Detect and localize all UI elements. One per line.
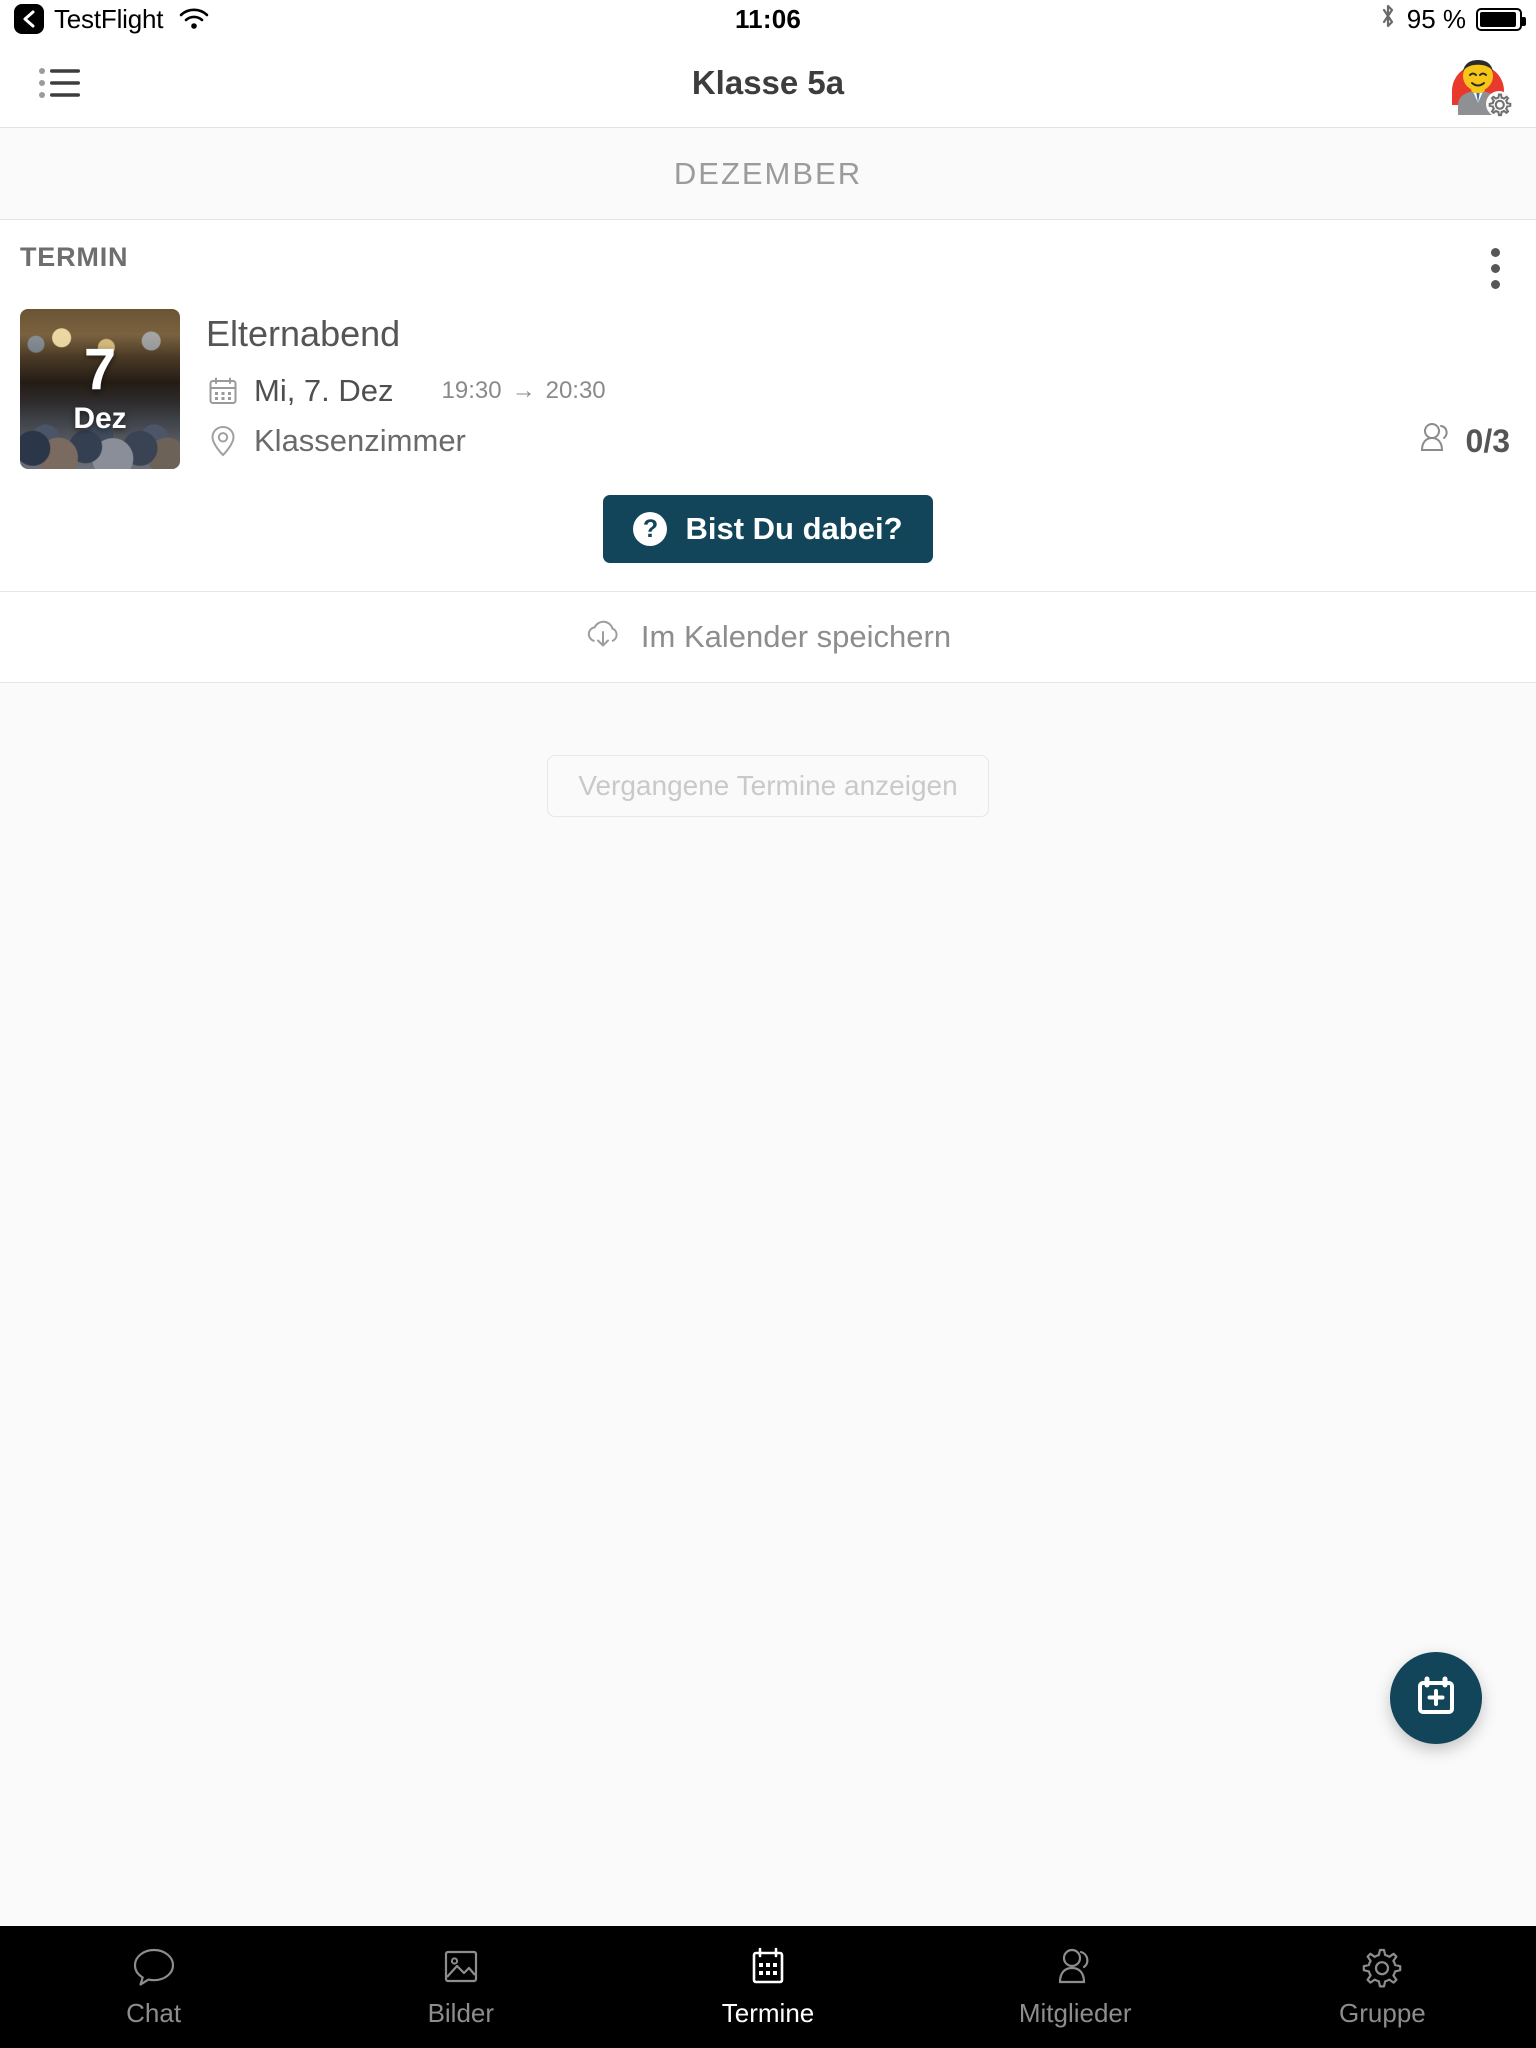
tab-termine-label: Termine [721,1997,815,2028]
event-thumbnail[interactable]: 7 Dez [20,309,180,469]
tab-chat[interactable]: Chat [0,1926,307,2048]
battery-icon [1476,7,1526,31]
event-thumb-month: Dez [73,401,127,435]
event-cta-wrap: ? Bist Du dabei? [0,473,1536,591]
tab-mitglieder-label: Mitglieder [1018,1997,1132,2028]
photo-icon [439,1946,483,1988]
event-thumb-day: 7 [83,337,117,403]
status-bar: TestFlight 11:06 95 % [0,0,1536,38]
event-thumbnail-date: 7 Dez [20,309,180,469]
gear-icon [1486,90,1512,117]
map-pin-icon [206,425,240,457]
event-card-body: 7 Dez Elternabend Mi, 7. Dez 19:30 → 20:… [0,295,1536,473]
bluetooth-icon [1379,2,1397,37]
tab-termine[interactable]: Termine [614,1926,921,2048]
page-title: Klasse 5a [691,63,845,101]
person-icon [1053,1946,1097,1988]
save-to-calendar-button[interactable]: Im Kalender speichern [0,591,1536,683]
status-bar-time: 11:06 [734,3,802,34]
event-location-text: Klassenzimmer [254,423,466,458]
tab-bilder[interactable]: Bilder [307,1926,614,2048]
calendar-plus-icon [1412,1672,1460,1725]
create-event-fab[interactable] [1390,1652,1482,1744]
status-bar-right: 95 % [1379,2,1526,37]
cloud-download-icon [585,620,621,655]
list-menu-icon[interactable] [0,65,120,101]
tab-mitglieder[interactable]: Mitglieder [922,1926,1229,2048]
event-date-row: Mi, 7. Dez 19:30 → 20:30 [206,373,1510,409]
rsvp-button-label: Bist Du dabei? [685,511,903,546]
event-card[interactable]: TERMIN 7 Dez Elternabend Mi, 7. Dez 19:3… [0,220,1536,683]
nav-bar: Klasse 5a [0,38,1536,128]
event-card-header: TERMIN [0,220,1536,295]
arrow-right-icon: → [511,377,536,404]
show-past-events-button[interactable]: Vergangene Termine anzeigen [547,755,989,817]
wifi-icon [179,8,209,30]
event-time-end: 20:30 [545,377,606,404]
status-bar-app-name[interactable]: TestFlight [54,4,163,35]
event-attendees: 0/3 [1420,421,1510,461]
event-kind-label: TERMIN [20,242,129,272]
kebab-menu-icon[interactable] [1481,242,1510,295]
tab-bilder-label: Bilder [427,1997,495,2028]
event-time-start: 19:30 [441,377,502,404]
speech-bubble-icon [132,1946,176,1988]
tab-bar: Chat Bilder Termine Mitglieder Gruppe [0,1926,1536,2048]
calendar-icon [746,1946,790,1988]
rsvp-button[interactable]: ? Bist Du dabei? [603,495,933,563]
event-attendees-count: 0/3 [1465,422,1510,459]
month-header: DEZEMBER [0,128,1536,220]
tab-chat-label: Chat [126,1997,182,2028]
event-date-text: Mi, 7. Dez [254,373,394,408]
app-screen: TestFlight 11:06 95 % Klasse 5a DEZEMBER… [0,0,1536,2048]
past-events-section: Vergangene Termine anzeigen [0,683,1536,1926]
status-bar-left: TestFlight [14,4,209,35]
save-to-calendar-label: Im Kalender speichern [640,619,952,654]
avatar[interactable] [1442,47,1514,119]
month-label: DEZEMBER [673,155,863,191]
calendar-icon [206,376,240,406]
tab-gruppe[interactable]: Gruppe [1229,1926,1536,2048]
gear-icon [1360,1946,1404,1988]
people-icon [1420,421,1454,461]
tab-gruppe-label: Gruppe [1339,1997,1426,2028]
battery-percent-label: 95 % [1406,3,1466,34]
event-title: Elternabend [206,313,401,354]
event-location-row: Klassenzimmer 0/3 [206,421,1510,461]
event-time-range: 19:30 → 20:30 [442,377,606,405]
event-details: Elternabend Mi, 7. Dez 19:30 → 20:30 Kla… [180,309,1510,473]
chevron-left-icon[interactable] [14,4,44,34]
question-mark-icon: ? [633,512,668,546]
